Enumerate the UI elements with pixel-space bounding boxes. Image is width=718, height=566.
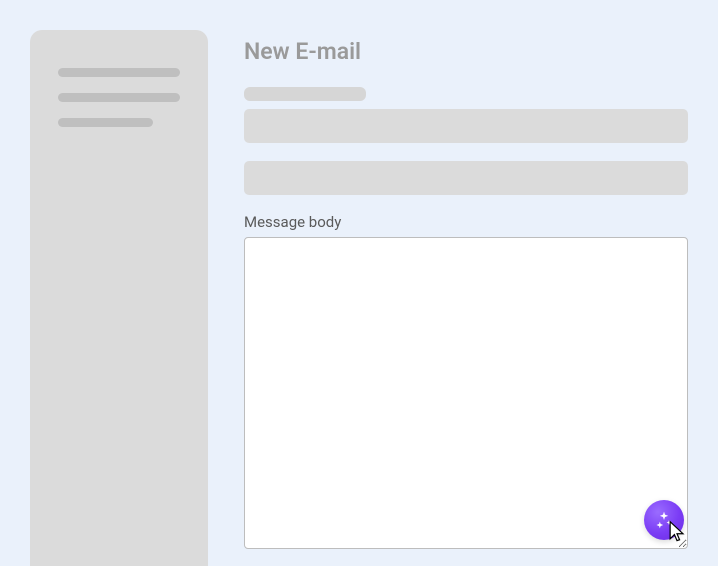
message-body-label: Message body	[244, 213, 688, 231]
sidebar	[30, 30, 208, 566]
page-title: New E-mail	[244, 38, 688, 65]
message-body-input[interactable]	[244, 237, 688, 549]
sidebar-item-skeleton	[58, 118, 153, 127]
subject-field[interactable]	[244, 161, 688, 195]
to-field[interactable]	[244, 109, 688, 143]
field-label-skeleton	[244, 87, 366, 101]
ai-assist-button[interactable]	[644, 500, 684, 540]
compose-panel: New E-mail Message body	[208, 30, 688, 566]
sidebar-item-skeleton	[58, 68, 180, 77]
sparkle-icon	[654, 510, 674, 530]
sidebar-item-skeleton	[58, 93, 180, 102]
